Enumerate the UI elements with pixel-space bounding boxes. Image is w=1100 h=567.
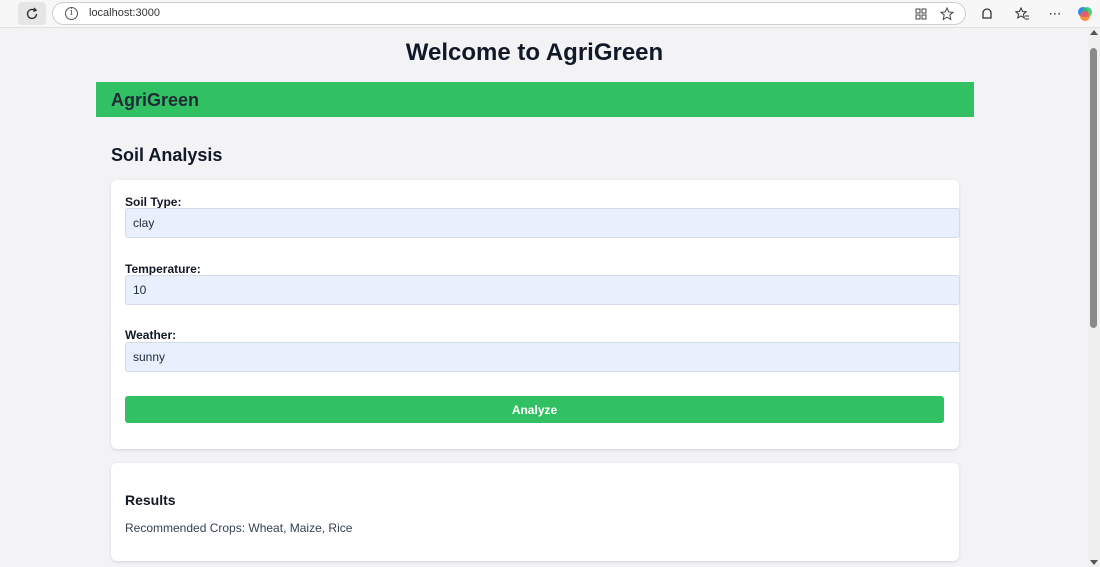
browser-toolbar: i localhost:3000 ⋯ <box>0 0 1100 28</box>
soil-type-input[interactable] <box>125 208 960 238</box>
weather-input[interactable] <box>125 342 960 372</box>
favorite-star-icon[interactable] <box>939 6 955 22</box>
scroll-down-arrow-icon[interactable] <box>1090 560 1098 565</box>
recommended-crops-text: Recommended Crops: Wheat, Maize, Rice <box>125 521 353 535</box>
temperature-label: Temperature: <box>125 262 201 276</box>
reload-icon <box>26 7 38 19</box>
scroll-up-arrow-icon[interactable] <box>1090 30 1098 35</box>
scrollbar-thumb[interactable] <box>1090 48 1097 328</box>
copilot-icon[interactable] <box>1076 5 1094 23</box>
soil-type-label: Soil Type: <box>125 195 182 209</box>
app-available-icon[interactable] <box>913 6 929 22</box>
extensions-icon[interactable] <box>978 5 996 23</box>
url-text[interactable]: localhost:3000 <box>89 7 160 19</box>
app-header: AgriGreen <box>96 82 974 117</box>
address-bar[interactable]: i localhost:3000 <box>52 2 966 25</box>
section-title: Soil Analysis <box>111 145 223 165</box>
soil-analysis-form: Soil Type: Temperature: Weather: Analyze <box>111 180 960 449</box>
results-card: Results Recommended Crops: Wheat, Maize,… <box>111 463 959 561</box>
more-options-icon[interactable]: ⋯ <box>1046 5 1064 23</box>
page-title: Welcome to AgriGreen <box>405 39 664 66</box>
brand-name: AgriGreen <box>111 90 200 110</box>
temperature-input[interactable] <box>125 275 960 305</box>
site-info-icon[interactable]: i <box>65 7 78 20</box>
reload-button[interactable] <box>18 2 46 25</box>
analyze-button[interactable]: Analyze <box>125 396 944 423</box>
results-title: Results <box>125 492 176 508</box>
weather-label: Weather: <box>125 328 177 342</box>
page-scrollbar[interactable] <box>1088 28 1100 567</box>
favorites-icon[interactable] <box>1013 5 1031 23</box>
